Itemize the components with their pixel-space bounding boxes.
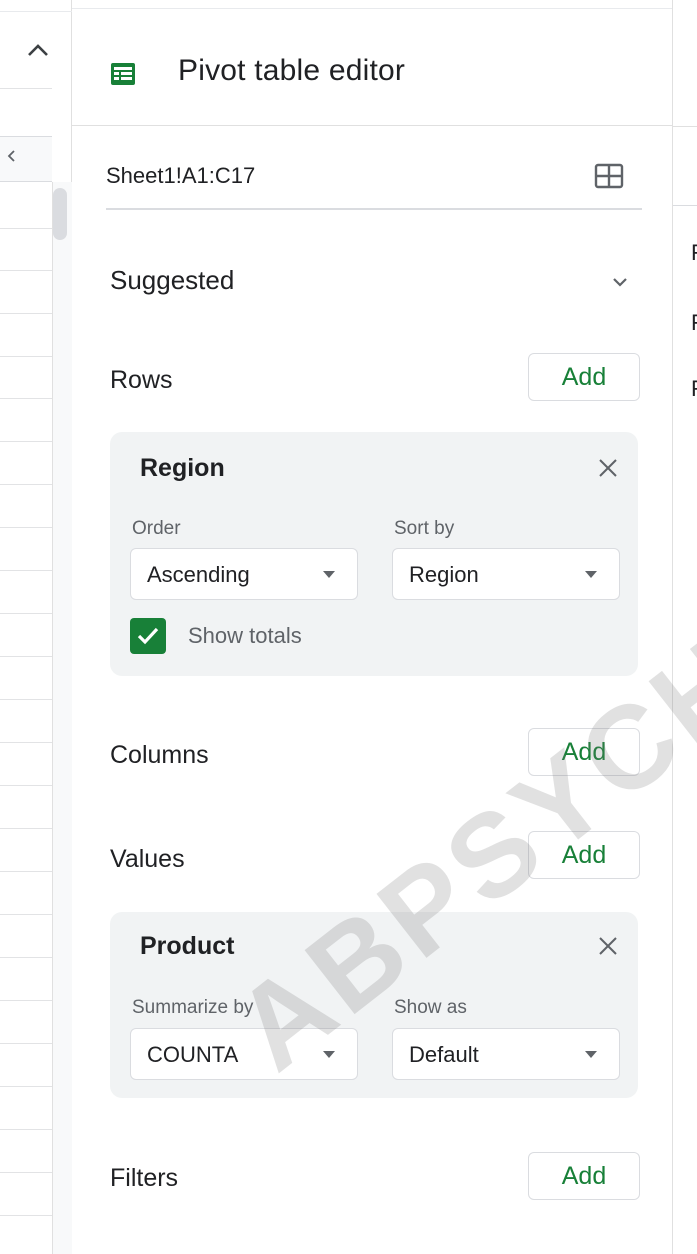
dropdown-arrow-icon — [323, 1051, 335, 1058]
rows-add-button[interactable]: Add — [528, 353, 640, 401]
data-range-text: Sheet1!A1:C17 — [106, 163, 256, 188]
grid-row-line — [0, 957, 52, 958]
grid-row-line — [0, 1043, 52, 1044]
show-as-dropdown[interactable]: Default — [392, 1028, 620, 1080]
chevron-down-icon[interactable] — [608, 270, 632, 294]
filters-section-label: Filters — [110, 1164, 179, 1192]
dropdown-arrow-icon — [323, 571, 335, 578]
vertical-scrollbar-thumb[interactable] — [53, 188, 67, 240]
show-totals-label: Show totals — [188, 623, 302, 648]
value-field-card-product: Product Summarize by COUNTA Show as Defa… — [110, 912, 638, 1098]
order-dropdown[interactable]: Ascending — [130, 548, 358, 600]
grid-row-line — [0, 398, 52, 399]
grid-row-line — [0, 914, 52, 915]
remove-row-field-button[interactable] — [594, 454, 622, 482]
grid-row-line — [0, 1000, 52, 1001]
grid-row-line — [0, 613, 52, 614]
dropdown-arrow-icon — [585, 571, 597, 578]
value-field-name: Product — [140, 932, 235, 960]
summarize-by-label: Summarize by — [132, 997, 254, 1018]
grid-row-line — [0, 1086, 52, 1087]
sort-by-label: Sort by — [394, 518, 455, 539]
columns-section-label: Columns — [110, 741, 209, 769]
grid-row-line — [0, 699, 52, 700]
editor-header: Pivot table editor — [72, 8, 672, 126]
rows-section-label: Rows — [110, 366, 173, 394]
chevron-up-icon — [28, 44, 48, 56]
suggested-section-label[interactable]: Suggested — [110, 265, 234, 296]
editor-title: Pivot table editor — [178, 54, 406, 87]
sort-by-dropdown[interactable]: Region — [392, 548, 620, 600]
select-range-grid-icon[interactable] — [594, 162, 624, 190]
right-side-panel: F F F — [672, 0, 697, 1254]
pivot-table-editor-panel: Pivot table editor Sheet1!A1:C17 Suggest… — [72, 0, 672, 1254]
grid-row-line — [0, 88, 52, 89]
vertical-scrollbar-track[interactable] — [52, 182, 72, 1254]
grid-row-line — [0, 1172, 52, 1173]
grid-row-line — [0, 356, 52, 357]
panel-header-divider — [673, 126, 697, 127]
summarize-by-dropdown[interactable]: COUNTA — [130, 1028, 358, 1080]
right-panel-text: F — [691, 240, 697, 266]
pivot-table-icon — [111, 63, 135, 85]
row-field-card-region: Region Order Ascending Sort by Region Sh… — [110, 432, 638, 676]
collapse-toolbar-button[interactable] — [18, 30, 58, 70]
row-field-name: Region — [140, 454, 225, 482]
show-as-value: Default — [409, 1042, 479, 1067]
show-as-label: Show as — [394, 997, 467, 1018]
toolbar-edge — [0, 0, 72, 12]
right-panel-text: F — [691, 376, 697, 402]
sort-by-value: Region — [409, 562, 479, 587]
grid-row-line — [0, 871, 52, 872]
values-section-label: Values — [110, 845, 185, 873]
grid-row-line — [0, 527, 52, 528]
grid-row-line — [0, 228, 52, 229]
data-range-field[interactable]: Sheet1!A1:C17 — [106, 150, 642, 210]
grid-row-line — [0, 785, 52, 786]
grid-row-line — [0, 270, 52, 271]
dropdown-arrow-icon — [585, 1051, 597, 1058]
close-icon — [599, 937, 617, 955]
right-panel-text: F — [691, 310, 697, 336]
summarize-by-value: COUNTA — [147, 1042, 239, 1067]
grid-row-line — [0, 484, 52, 485]
grid-row-line — [0, 828, 52, 829]
order-value: Ascending — [147, 562, 250, 587]
panel-divider — [673, 205, 697, 206]
grid-row-line — [0, 1215, 52, 1216]
chevron-left-icon[interactable] — [4, 146, 18, 166]
close-icon — [599, 459, 617, 477]
columns-add-button[interactable]: Add — [528, 728, 640, 776]
grid-row-line — [0, 1129, 52, 1130]
filters-add-button[interactable]: Add — [528, 1152, 640, 1200]
grid-row-line — [0, 570, 52, 571]
grid-row-line — [0, 313, 52, 314]
remove-value-field-button[interactable] — [594, 932, 622, 960]
grid-row-line — [0, 742, 52, 743]
checkmark-icon — [137, 627, 159, 645]
grid-row-line — [0, 441, 52, 442]
spreadsheet-grid-strip — [0, 0, 72, 1254]
show-totals-checkbox[interactable] — [130, 618, 166, 654]
grid-row-line — [0, 656, 52, 657]
values-add-button[interactable]: Add — [528, 831, 640, 879]
order-label: Order — [132, 518, 181, 539]
